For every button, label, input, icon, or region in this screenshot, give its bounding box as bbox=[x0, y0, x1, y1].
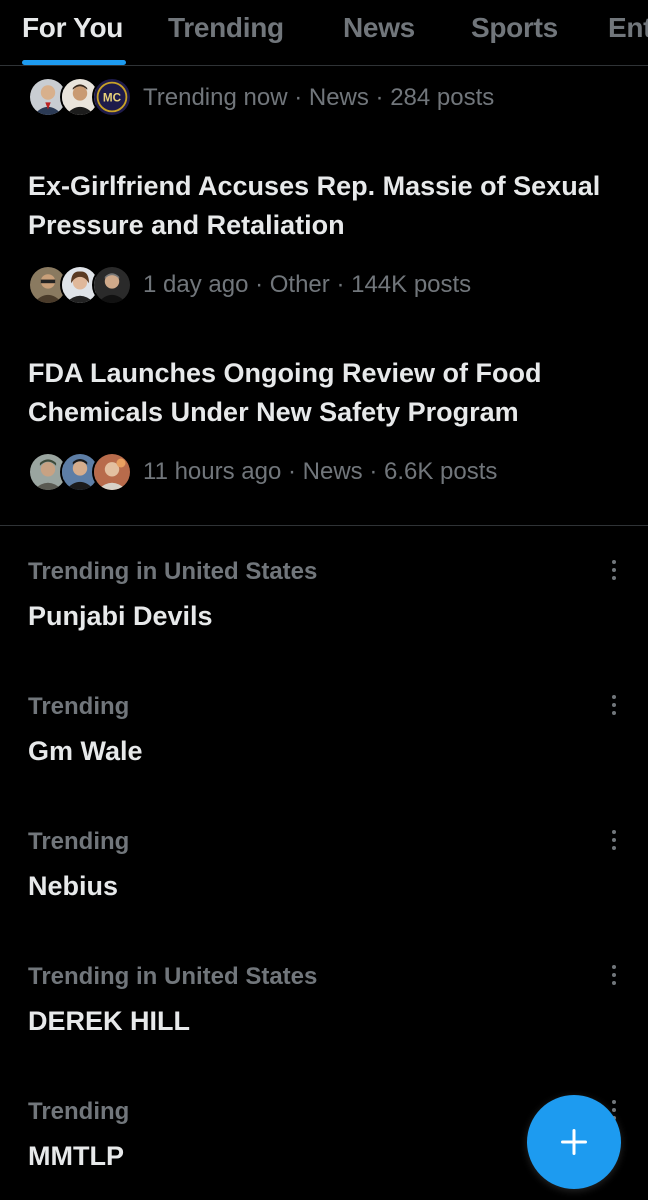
compose-button[interactable] bbox=[527, 1095, 621, 1189]
explore-page: For You Trending News Sports Ent MC Tren… bbox=[0, 0, 648, 1200]
trend-name[interactable]: Nebius bbox=[28, 869, 118, 903]
more-vertical-icon[interactable] bbox=[600, 825, 628, 855]
news-meta: 1 day ago · Other · 144K posts bbox=[143, 271, 472, 298]
trend-context: Trending in United States bbox=[28, 963, 318, 990]
trend-name[interactable]: Gm Wale bbox=[28, 734, 143, 768]
news-meta: Trending now · News · 284 posts bbox=[143, 84, 495, 111]
news-headline[interactable]: FDA Launches Ongoing Review of Food Chem… bbox=[28, 354, 608, 432]
news-headline[interactable]: Ex-Girlfriend Accuses Rep. Massie of Sex… bbox=[28, 167, 608, 245]
plus-icon bbox=[561, 1129, 587, 1155]
tab-news[interactable]: News bbox=[343, 12, 415, 44]
trend-context: Trending bbox=[28, 1098, 130, 1125]
avatar: MC bbox=[92, 77, 132, 117]
trend-context: Trending in United States bbox=[28, 558, 318, 585]
avatar-group bbox=[28, 265, 132, 305]
tab-for-you[interactable]: For You bbox=[22, 12, 123, 44]
section-divider bbox=[0, 525, 648, 526]
trend-name[interactable]: DEREK HILL bbox=[28, 1004, 190, 1038]
more-vertical-icon[interactable] bbox=[600, 555, 628, 585]
trend-name[interactable]: MMTLP bbox=[28, 1139, 124, 1173]
avatar-group bbox=[28, 452, 132, 492]
avatar-badge-text: MC bbox=[103, 92, 122, 105]
news-meta: 11 hours ago · News · 6.6K posts bbox=[143, 458, 498, 485]
more-vertical-icon[interactable] bbox=[600, 690, 628, 720]
avatar bbox=[92, 265, 132, 305]
tab-sports[interactable]: Sports bbox=[471, 12, 558, 44]
trend-context: Trending bbox=[28, 828, 130, 855]
more-vertical-icon[interactable] bbox=[600, 960, 628, 990]
trend-name[interactable]: Punjabi Devils bbox=[28, 599, 213, 633]
tab-entertainment[interactable]: Ent bbox=[608, 12, 648, 44]
trend-context: Trending bbox=[28, 693, 130, 720]
explore-tabs: For You Trending News Sports Ent bbox=[0, 0, 648, 66]
avatar-group: MC bbox=[28, 77, 132, 117]
avatar bbox=[92, 452, 132, 492]
tab-trending[interactable]: Trending bbox=[168, 12, 284, 44]
active-tab-indicator bbox=[22, 60, 126, 65]
